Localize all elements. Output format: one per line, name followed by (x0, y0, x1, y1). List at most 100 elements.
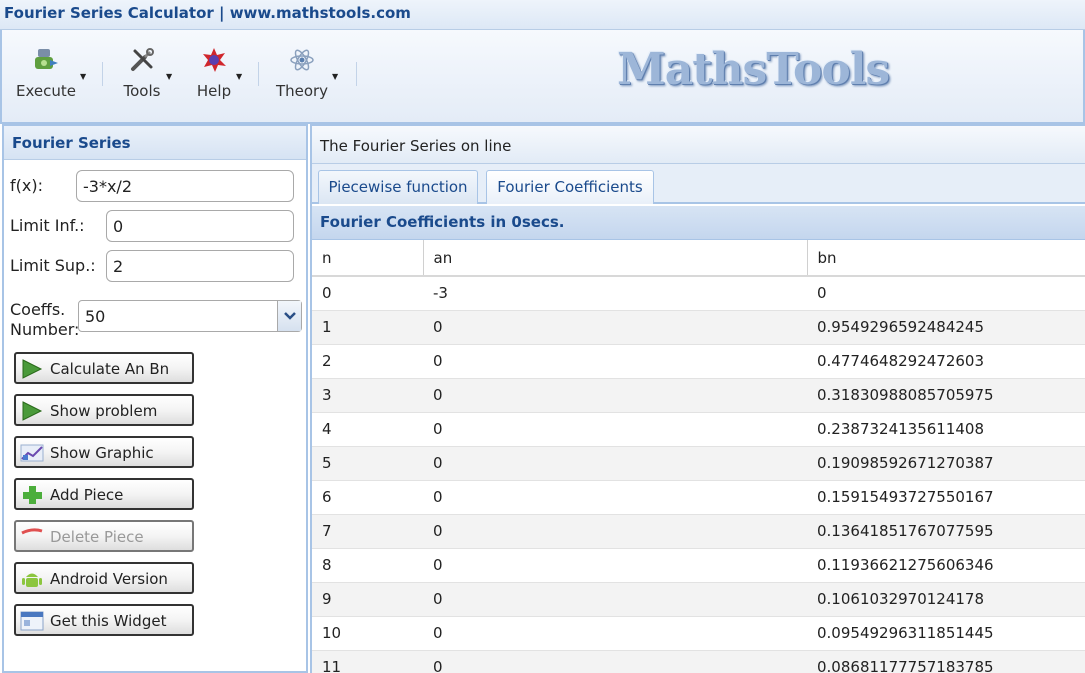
cell-an: -3 (423, 276, 807, 311)
cell-n: 6 (312, 480, 423, 515)
theory-menu-button[interactable]: Theory ▼ (270, 46, 338, 110)
show-problem-button[interactable]: Show problem (14, 394, 194, 426)
chevron-down-icon (284, 312, 296, 320)
toolbar: Execute ▼ Tools ▼ Help ▼ Theory ▼ MathsT (0, 30, 1085, 124)
cell-n: 7 (312, 514, 423, 549)
cell-an: 0 (423, 446, 807, 481)
cell-bn: 0.1061032970124178 (807, 582, 1085, 617)
atom-icon (290, 49, 314, 71)
android-icon (22, 573, 42, 587)
coefficients-header: Fourier Coefficients in 0secs. (312, 206, 1085, 240)
cell-an: 0 (423, 514, 807, 549)
coeffs-number-select[interactable]: 50 (78, 300, 302, 332)
chevron-down-icon: ▼ (332, 72, 339, 81)
table-row[interactable]: 9 0 0.1061032970124178 (312, 582, 1085, 617)
cell-n: 5 (312, 446, 423, 481)
fourier-series-panel: Fourier Series f(x): Limit Inf.: Limit S… (2, 124, 308, 673)
table-row[interactable]: 10 0 0.09549296311851445 (312, 616, 1085, 651)
tab-fourier-coefficients[interactable]: Fourier Coefficients (486, 170, 654, 204)
get-widget-label: Get this Widget (50, 612, 167, 630)
title-bar: Fourier Series Calculator | www.mathstoo… (0, 0, 1085, 30)
cell-n: 4 (312, 412, 423, 447)
calculate-button[interactable]: Calculate An Bn (14, 352, 194, 384)
cell-bn: 0.2387324135611408 (807, 412, 1085, 447)
android-version-label: Android Version (50, 570, 168, 588)
minus-icon (21, 528, 43, 535)
coeffs-number-label: Coeffs. Number: (10, 300, 79, 340)
fx-input[interactable] (76, 170, 294, 202)
execute-icon (35, 49, 58, 69)
limit-inf-row: Limit Inf.: (10, 210, 300, 242)
cell-an: 0 (423, 310, 807, 345)
tools-menu-button[interactable]: Tools ▼ (116, 46, 172, 110)
coeffs-label-line2: Number: (10, 320, 80, 339)
cell-an: 0 (423, 344, 807, 379)
cell-bn: 0.15915493727550167 (807, 480, 1085, 515)
limit-sup-label: Limit Sup.: (10, 256, 96, 275)
fx-label: f(x): (10, 176, 43, 195)
table-row[interactable]: 5 0 0.19098592671270387 (312, 446, 1085, 481)
toolbar-separator (102, 62, 103, 86)
results-header: The Fourier Series on line (312, 124, 1085, 164)
results-panel: The Fourier Series on line Piecewise fun… (310, 124, 1085, 673)
help-menu-button[interactable]: Help ▼ (190, 46, 242, 110)
table-row[interactable]: 7 0 0.13641851767077595 (312, 514, 1085, 549)
cell-bn: 0.19098592671270387 (807, 446, 1085, 481)
cell-bn: 0.9549296592484245 (807, 310, 1085, 345)
add-piece-button[interactable]: Add Piece (14, 478, 194, 510)
execute-menu-button[interactable]: Execute ▼ (14, 46, 86, 110)
limit-sup-input[interactable] (106, 250, 294, 282)
coeffs-number-value: 50 (85, 307, 106, 326)
coefficients-table: n an bn 0 -3 0 1 0 0.9549296592484245 2 0 0.4774… (312, 240, 1085, 673)
tab-piecewise-function[interactable]: Piecewise function (318, 170, 478, 204)
widget-icon (20, 611, 44, 631)
coefficients-grid: n an bn 0 -3 0 1 0 0.9549296592484245 2 0 0.4774… (312, 240, 1085, 673)
chevron-down-icon: ▼ (236, 72, 243, 81)
cell-an: 0 (423, 378, 807, 413)
help-icon (203, 48, 226, 72)
table-row[interactable]: 0 -3 0 (312, 276, 1085, 311)
table-body: 0 -3 0 1 0 0.9549296592484245 2 0 0.477464829247… (312, 276, 1085, 673)
table-row[interactable]: 3 0 0.31830988085705975 (312, 378, 1085, 413)
cell-bn: 0 (807, 276, 1085, 311)
graph-icon (20, 444, 44, 462)
tools-label: Tools (123, 82, 161, 100)
execute-label: Execute (16, 82, 76, 100)
table-row[interactable]: 4 0 0.2387324135611408 (312, 412, 1085, 447)
chevron-down-icon: ▼ (80, 72, 87, 81)
cell-bn: 0.08681177757183785 (807, 650, 1085, 673)
theory-label: Theory (275, 82, 329, 100)
limit-inf-label: Limit Inf.: (10, 216, 85, 235)
limit-inf-input[interactable] (106, 210, 294, 242)
android-version-button[interactable]: Android Version (14, 562, 194, 594)
play-icon (22, 401, 43, 421)
play-icon (22, 359, 43, 379)
cell-an: 0 (423, 616, 807, 651)
tools-icon (131, 48, 154, 71)
table-row[interactable]: 8 0 0.11936621275606346 (312, 548, 1085, 583)
calculate-label: Calculate An Bn (50, 360, 170, 378)
cell-n: 8 (312, 548, 423, 583)
cell-n: 9 (312, 582, 423, 617)
table-row[interactable]: 6 0 0.15915493727550167 (312, 480, 1085, 515)
table-row[interactable]: 1 0 0.9549296592484245 (312, 310, 1085, 345)
window-title: Fourier Series Calculator | www.mathstoo… (4, 4, 411, 22)
show-graphic-button[interactable]: Show Graphic (14, 436, 194, 468)
plus-icon (23, 486, 42, 504)
column-header-bn[interactable]: bn (807, 240, 1085, 277)
column-header-n[interactable]: n (312, 240, 424, 277)
show-problem-label: Show problem (50, 402, 158, 420)
cell-bn: 0.31830988085705975 (807, 378, 1085, 413)
cell-n: 10 (312, 616, 423, 651)
column-header-an[interactable]: an (423, 240, 808, 277)
cell-n: 1 (312, 310, 423, 345)
table-row[interactable]: 11 0 0.08681177757183785 (312, 650, 1085, 673)
get-widget-button[interactable]: Get this Widget (14, 604, 194, 636)
cell-n: 11 (312, 650, 423, 673)
table-row[interactable]: 2 0 0.4774648292472603 (312, 344, 1085, 379)
delete-piece-button[interactable]: Delete Piece (14, 520, 194, 552)
cell-an: 0 (423, 480, 807, 515)
panel-title: Fourier Series (4, 124, 306, 160)
cell-n: 3 (312, 378, 423, 413)
dropdown-trigger[interactable] (277, 301, 301, 331)
